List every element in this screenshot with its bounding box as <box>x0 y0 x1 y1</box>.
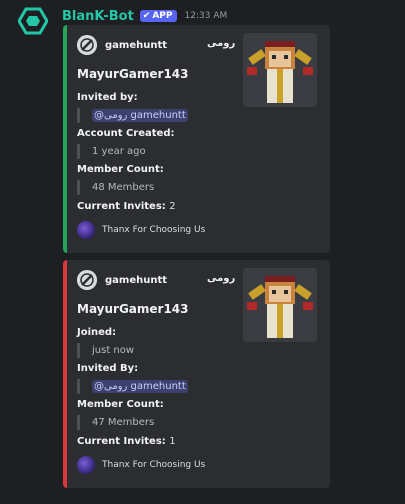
footer-icon <box>77 221 95 239</box>
field-name-invited-by: Invited by: <box>77 92 138 103</box>
author-arabic-name: رومی <box>207 38 236 49</box>
field-current-invites: Current Invites: 1 <box>77 436 176 447</box>
embed-join-info: gamehuntt رومی MayurGamer143 Joined: jus… <box>63 260 330 488</box>
field-value-joined: just now <box>77 343 134 358</box>
field-name-current-invites: Current Invites: <box>77 436 166 447</box>
thumbnail-image[interactable] <box>243 268 317 342</box>
field-value-invited-by: @رومی gamehuntt <box>77 108 188 123</box>
embed-invite-info: gamehuntt رومی MayurGamer143 Invited by: <box>63 25 330 253</box>
embed-title[interactable]: MayurGamer143 <box>77 302 189 316</box>
field-name-member-count: Member Count: <box>77 399 164 410</box>
embed-footer: Thanx For Choosing Us <box>77 456 205 474</box>
user-mention[interactable]: @رومی gamehuntt <box>92 109 188 122</box>
author-name[interactable]: gamehuntt <box>105 275 167 286</box>
bot-avatar-icon[interactable] <box>17 6 49 36</box>
field-name-account-created: Account Created: <box>77 128 175 139</box>
app-badge: ✔ APP <box>139 10 177 22</box>
embed-author: gamehuntt <box>77 270 167 290</box>
field-value-account-created: 1 year ago <box>77 144 146 159</box>
field-name-invited-by: Invited By: <box>77 363 139 374</box>
field-name-current-invites: Current Invites: <box>77 201 166 212</box>
bot-name[interactable]: BlanK-Bot <box>62 9 134 24</box>
author-avatar-icon[interactable] <box>77 270 97 290</box>
app-badge-label: APP <box>152 11 173 21</box>
timestamp: 12:33 AM <box>184 11 228 21</box>
field-value-member-count: 48 Members <box>77 180 154 195</box>
field-value-current-invites: 2 <box>169 201 176 212</box>
field-value-current-invites: 1 <box>169 436 176 447</box>
bot-message: BlanK-Bot ✔ APP 12:33 AM gamehuntt رومی <box>0 0 405 504</box>
field-value-invited-by: @رومی gamehuntt <box>77 379 188 394</box>
field-name-member-count: Member Count: <box>77 164 164 175</box>
footer-text: Thanx For Choosing Us <box>102 460 206 470</box>
message-header: BlanK-Bot ✔ APP 12:33 AM <box>62 8 227 24</box>
check-icon: ✔ <box>142 11 151 21</box>
embed-footer: Thanx For Choosing Us <box>77 221 205 239</box>
author-name[interactable]: gamehuntt <box>105 40 167 51</box>
embed-title[interactable]: MayurGamer143 <box>77 67 189 81</box>
field-name-joined: Joined: <box>77 327 117 338</box>
user-mention[interactable]: @رومی gamehuntt <box>92 380 188 393</box>
field-value-member-count: 47 Members <box>77 415 154 430</box>
embed-author: gamehuntt <box>77 35 167 55</box>
thumbnail-image[interactable] <box>243 33 317 107</box>
author-avatar-icon[interactable] <box>77 35 97 55</box>
field-current-invites: Current Invites: 2 <box>77 201 176 212</box>
footer-icon <box>77 456 95 474</box>
author-arabic-name: رومی <box>207 273 236 284</box>
footer-text: Thanx For Choosing Us <box>102 225 206 235</box>
